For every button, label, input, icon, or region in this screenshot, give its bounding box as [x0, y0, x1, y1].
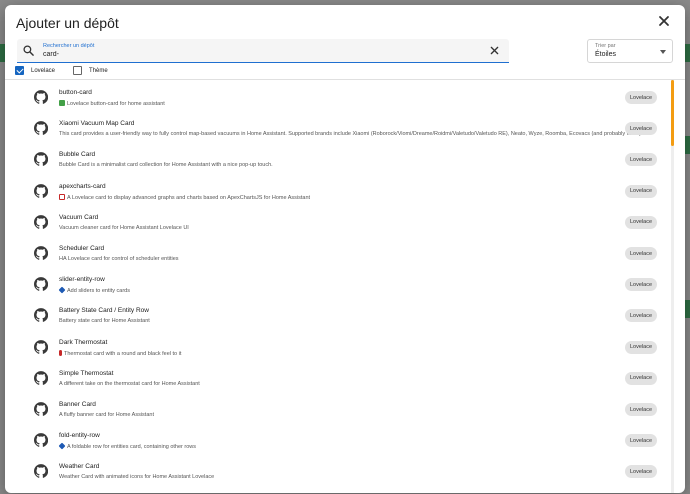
repository-row[interactable]: Banner Card A fluffy banner card for Home… — [5, 393, 673, 424]
repository-name: Banner Card — [59, 401, 96, 408]
repository-name: Dark Thermostat — [59, 338, 108, 346]
repository-row[interactable]: apexcharts-card A Lovelace card to displa… — [5, 175, 673, 206]
repository-name: fold-entity-row — [59, 432, 100, 440]
github-icon — [34, 277, 49, 292]
repository-name: Simple Thermostat — [59, 369, 114, 377]
search-icon — [23, 45, 34, 56]
github-icon — [34, 402, 49, 416]
repository-description: Battery state card for Home Assistant — [59, 318, 150, 325]
category-badge: Lovelace — [625, 309, 657, 323]
repository-row[interactable]: Weather Card Weather Card with animated i… — [5, 455, 673, 486]
chart-icon — [59, 193, 65, 200]
repository-row[interactable]: fold-entity-row A foldable row for entiti… — [5, 424, 673, 455]
repository-row[interactable]: button-card Lovelace button-card for home… — [5, 81, 673, 112]
filter-lovelace[interactable]: Lovelace — [15, 66, 55, 75]
blue-diamond-icon — [58, 286, 66, 294]
github-icon — [34, 90, 49, 104]
close-button[interactable] — [657, 14, 671, 28]
chevron-down-icon — [660, 50, 666, 54]
category-badge: Lovelace — [625, 91, 657, 104]
repository-description: Vacuum cleaner card for Home Assistant L… — [59, 224, 189, 231]
theme-checkbox[interactable] — [73, 66, 82, 75]
github-icon — [34, 433, 49, 448]
search-label: Rechercher un dépôt — [43, 43, 95, 49]
repository-row[interactable]: Xiaomi Vacuum Map Card This card provides… — [5, 112, 673, 143]
repository-name: Scheduler Card — [59, 245, 105, 252]
clear-search-icon[interactable] — [490, 46, 499, 55]
repository-description: A fluffy banner card for Home Assistant — [59, 412, 154, 418]
scrollbar[interactable] — [671, 80, 674, 493]
repository-description: A foldable row for entities card, contai… — [58, 442, 196, 450]
repository-row[interactable]: Dark Thermostat Thermostat card with a ro… — [5, 331, 673, 362]
dialog-header: Ajouter un dépôt — [5, 5, 685, 37]
category-badge: Lovelace — [625, 153, 657, 167]
repository-row[interactable]: Battery State Card / Entity Row Battery s… — [5, 299, 673, 330]
filter-theme[interactable]: Thème — [73, 66, 108, 75]
sort-value: Étoiles — [595, 51, 617, 58]
dialog-title: Ajouter un dépôt — [16, 15, 119, 31]
category-badge: Lovelace — [625, 465, 657, 479]
filter-label: Lovelace — [31, 67, 56, 74]
repository-name: Battery State Card / Entity Row — [59, 307, 149, 315]
search-input[interactable] — [43, 51, 463, 58]
category-badge: Lovelace — [625, 215, 657, 229]
repository-row[interactable]: Vacuum Card Vacuum cleaner card for Home … — [5, 206, 673, 237]
repository-row[interactable]: Simple Thermostat A different take on the… — [5, 362, 673, 393]
sort-label: Trier par — [595, 43, 616, 49]
repository-name: apexcharts-card — [59, 182, 106, 190]
repository-description: A Lovelace card to display advanced grap… — [59, 193, 310, 201]
category-badge: Lovelace — [625, 371, 657, 385]
repository-name: Xiaomi Vacuum Map Card — [59, 120, 135, 128]
repository-name: Weather Card — [59, 463, 100, 471]
scroll-thumb[interactable] — [671, 80, 674, 146]
blue-diamond-icon — [58, 442, 66, 450]
green-square-icon — [59, 100, 65, 106]
category-badge: Lovelace — [625, 403, 657, 416]
repository-row[interactable]: Scheduler Card HA Lovelace card for contr… — [5, 237, 673, 268]
category-badge: Lovelace — [625, 434, 657, 448]
category-badge: Lovelace — [625, 184, 657, 198]
repository-list: button-card Lovelace button-card for home… — [5, 80, 673, 493]
github-icon — [34, 183, 49, 198]
repository-description: Lovelace button-card for home assistant — [59, 100, 165, 107]
github-icon — [34, 464, 49, 479]
github-icon — [34, 339, 49, 354]
category-badge: Lovelace — [625, 278, 657, 292]
repository-description: Bubble Card is a minimalist card collect… — [59, 162, 273, 169]
lovelace-checkbox[interactable] — [15, 66, 24, 75]
search-field[interactable]: Rechercher un dépôt — [17, 39, 509, 63]
repository-row[interactable]: slider-entity-row Add sliders to entity c… — [5, 268, 673, 299]
repository-name: slider-entity-row — [59, 276, 105, 284]
github-icon — [34, 246, 49, 260]
github-icon — [34, 121, 49, 136]
repository-description: Add sliders to entity cards — [58, 286, 130, 294]
repository-description: A different take on the thermostat card … — [59, 380, 200, 387]
category-badge: Lovelace — [625, 247, 657, 260]
thermometer-icon — [59, 349, 62, 356]
repository-description: This card provides a user-friendly way t… — [59, 131, 643, 138]
github-icon — [34, 214, 49, 229]
repository-description: HA Lovelace card for control of schedule… — [59, 256, 179, 262]
close-icon — [659, 16, 669, 26]
repository-description: Thermostat card with a round and black f… — [59, 349, 181, 357]
github-icon — [34, 152, 49, 167]
repository-description: Weather Card with animated icons for Hom… — [59, 474, 215, 481]
repository-name: Bubble Card — [59, 151, 96, 159]
github-icon — [34, 370, 49, 385]
category-badge: Lovelace — [625, 122, 657, 136]
github-icon — [34, 308, 49, 323]
repository-name: Vacuum Card — [59, 213, 99, 221]
repository-name: button-card — [59, 89, 92, 96]
sort-select[interactable]: Trier par Étoiles — [587, 39, 673, 63]
category-badge: Lovelace — [625, 340, 657, 354]
filter-label: Thème — [89, 67, 108, 74]
repository-row[interactable]: Bubble Card Bubble Card is a minimalist c… — [5, 143, 673, 174]
add-repository-dialog: Ajouter un dépôt Rechercher un dépôt Tri… — [5, 5, 685, 493]
